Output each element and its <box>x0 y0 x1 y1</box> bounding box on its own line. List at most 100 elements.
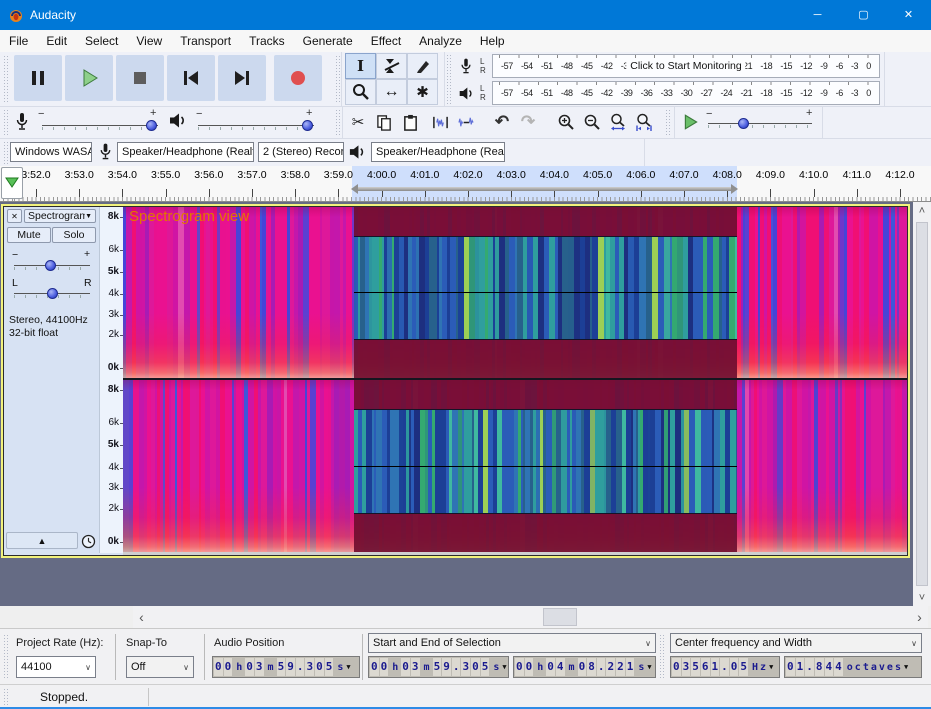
edit-toolbar-grip[interactable] <box>336 110 340 136</box>
scroll-down-button[interactable]: ˅ <box>913 589 931 606</box>
silence-audio-button[interactable] <box>453 109 479 135</box>
menu-tracks[interactable]: Tracks <box>240 30 294 52</box>
project-rate-select[interactable]: 44100∨ <box>16 656 96 678</box>
close-button[interactable]: ✕ <box>886 0 931 30</box>
menu-transport[interactable]: Transport <box>171 30 240 52</box>
selection-end-field[interactable]: 00 h 04 m 08.221 s▼ <box>513 656 656 678</box>
zoom-tool-button[interactable] <box>345 79 376 105</box>
tools-toolbar-grip[interactable] <box>336 56 340 102</box>
envelope-tool-button[interactable] <box>376 53 407 79</box>
scroll-left-button[interactable]: ‹ <box>133 606 150 628</box>
record-button[interactable] <box>274 55 322 101</box>
undo-button[interactable]: ↶ <box>489 109 515 135</box>
horizontal-scrollbar[interactable]: ‹ › <box>133 606 928 628</box>
scroll-up-button[interactable]: ˄ <box>913 202 931 219</box>
timeline-ruler[interactable]: 3:52.03:53.03:54.03:55.03:56.03:57.03:58… <box>0 166 931 202</box>
pinned-play-head-button[interactable] <box>1 167 23 199</box>
play-at-speed-grip[interactable] <box>666 110 670 136</box>
transport-toolbar-grip[interactable] <box>4 56 8 102</box>
selection-mode-select[interactable]: Start and End of Selection∨ <box>368 633 656 653</box>
monitoring-hint[interactable]: Click to Start Monitoring <box>626 60 745 72</box>
play-speed-thumb[interactable] <box>738 118 749 129</box>
mixer-toolbar-grip[interactable] <box>4 110 8 136</box>
frequency-ruler[interactable]: 8k6k5k4k3k2k0k8k6k5k4k3k2k0k <box>99 207 123 553</box>
playback-device-select[interactable]: Speaker/Headphone (Realte∨ <box>371 142 505 162</box>
menu-file[interactable]: File <box>0 30 37 52</box>
playback-meter-scale[interactable]: -57-54-51-48-45-42-39-36-33-30-27-24-21-… <box>492 81 880 105</box>
play-speed-slider[interactable] <box>708 123 812 124</box>
menu-effect[interactable]: Effect <box>362 30 410 52</box>
scroll-right-button[interactable]: › <box>911 606 928 628</box>
record-volume-slider[interactable] <box>42 125 158 126</box>
skip-to-start-button[interactable] <box>167 55 215 101</box>
play-volume-thumb[interactable] <box>302 120 313 131</box>
zoom-out-button[interactable] <box>579 109 605 135</box>
recording-channels-select[interactable]: 2 (Stereo) Recor∨ <box>258 142 344 162</box>
play-volume-slider[interactable] <box>198 125 314 126</box>
dropdown-arrow-icon[interactable]: ▼ <box>502 663 506 671</box>
recording-meter-scale[interactable]: -57-54-51-48-45-42-39-36-33-30-27-24-21-… <box>492 54 880 78</box>
trim-audio-button[interactable] <box>427 109 453 135</box>
dropdown-arrow-icon[interactable]: ▼ <box>647 663 651 671</box>
solo-button[interactable]: Solo <box>52 227 96 243</box>
pan-slider-thumb[interactable] <box>47 288 58 299</box>
snap-to-select[interactable]: Off∨ <box>126 656 194 678</box>
track-resize-handle[interactable] <box>123 552 907 555</box>
stop-button[interactable] <box>116 55 164 101</box>
zoom-in-button[interactable] <box>553 109 579 135</box>
audio-host-select[interactable]: Windows WASA∨ <box>10 142 92 162</box>
playback-meter[interactable]: LR -57-54-51-48-45-42-39-36-33-30-27-24-… <box>454 80 880 106</box>
spectral-mode-select[interactable]: Center frequency and Width∨ <box>670 633 922 653</box>
audio-position-field[interactable]: 00 h 03 m 59.305 s▼ <box>212 656 360 678</box>
zoom-to-selection-button[interactable] <box>605 109 631 135</box>
selection-tool-button[interactable]: I <box>345 53 376 79</box>
track-collapse-button[interactable]: ▲ <box>6 532 78 549</box>
horizontal-scroll-thumb[interactable] <box>543 608 577 626</box>
device-toolbar-grip[interactable] <box>4 142 8 164</box>
selection-toolbar-grip[interactable] <box>4 635 8 679</box>
spectrogram-channel-right[interactable] <box>123 380 907 552</box>
menu-view[interactable]: View <box>127 30 171 52</box>
vertical-scroll-thumb[interactable] <box>916 222 928 586</box>
spectral-selection-right[interactable] <box>354 380 737 552</box>
menu-select[interactable]: Select <box>76 30 127 52</box>
skip-to-end-button[interactable] <box>218 55 266 101</box>
bandwidth-field[interactable]: 01.844 octaves▼ <box>784 656 922 678</box>
timeshift-tool-button[interactable]: ↔ <box>376 79 407 105</box>
playback-meter-speaker-icon[interactable] <box>454 81 478 105</box>
multi-tool-button[interactable]: ✱ <box>407 79 438 105</box>
cut-button[interactable]: ✂ <box>345 109 371 135</box>
record-volume-thumb[interactable] <box>146 120 157 131</box>
dropdown-arrow-icon[interactable]: ▼ <box>769 663 773 671</box>
track-name-menu[interactable]: Spectrogram▼ <box>24 209 96 223</box>
menu-analyze[interactable]: Analyze <box>410 30 471 52</box>
spectral-selection-left[interactable] <box>354 207 737 378</box>
recording-meter-mic-icon[interactable] <box>454 54 478 78</box>
play-button[interactable] <box>65 55 113 101</box>
meter-toolbar-grip[interactable] <box>447 55 451 105</box>
menu-edit[interactable]: Edit <box>37 30 76 52</box>
draw-tool-button[interactable] <box>407 53 438 79</box>
dropdown-arrow-icon[interactable]: ▼ <box>346 663 350 671</box>
fit-project-button[interactable] <box>631 109 657 135</box>
recording-meter[interactable]: LR -57-54-51-48-45-42-39-36-33-30-27-24-… <box>454 53 880 79</box>
selection-start-field[interactable]: 00 h 03 m 59.305 s▼ <box>368 656 509 678</box>
vertical-scrollbar[interactable]: ˄ ˅ <box>913 202 931 606</box>
center-frequency-field[interactable]: 03561.05 Hz▼ <box>670 656 780 678</box>
play-at-speed-button[interactable] <box>678 109 704 135</box>
track-timer-button[interactable] <box>80 533 97 549</box>
mute-button[interactable]: Mute <box>7 227 51 243</box>
menu-help[interactable]: Help <box>471 30 514 52</box>
spectrogram-channel-left[interactable] <box>123 207 907 378</box>
pause-button[interactable] <box>14 55 62 101</box>
recording-device-select[interactable]: Speaker/Headphone (Realte∨ <box>117 142 254 162</box>
redo-button[interactable]: ↷ <box>515 109 541 135</box>
maximize-button[interactable]: ▢ <box>841 0 886 30</box>
gain-slider-thumb[interactable] <box>45 260 56 271</box>
quick-play-region[interactable] <box>358 187 731 191</box>
spectral-toolbar-grip[interactable] <box>660 635 664 679</box>
menu-generate[interactable]: Generate <box>294 30 362 52</box>
copy-button[interactable] <box>371 109 397 135</box>
track-close-button[interactable]: ✕ <box>7 209 22 223</box>
dropdown-arrow-icon[interactable]: ▼ <box>904 663 908 671</box>
